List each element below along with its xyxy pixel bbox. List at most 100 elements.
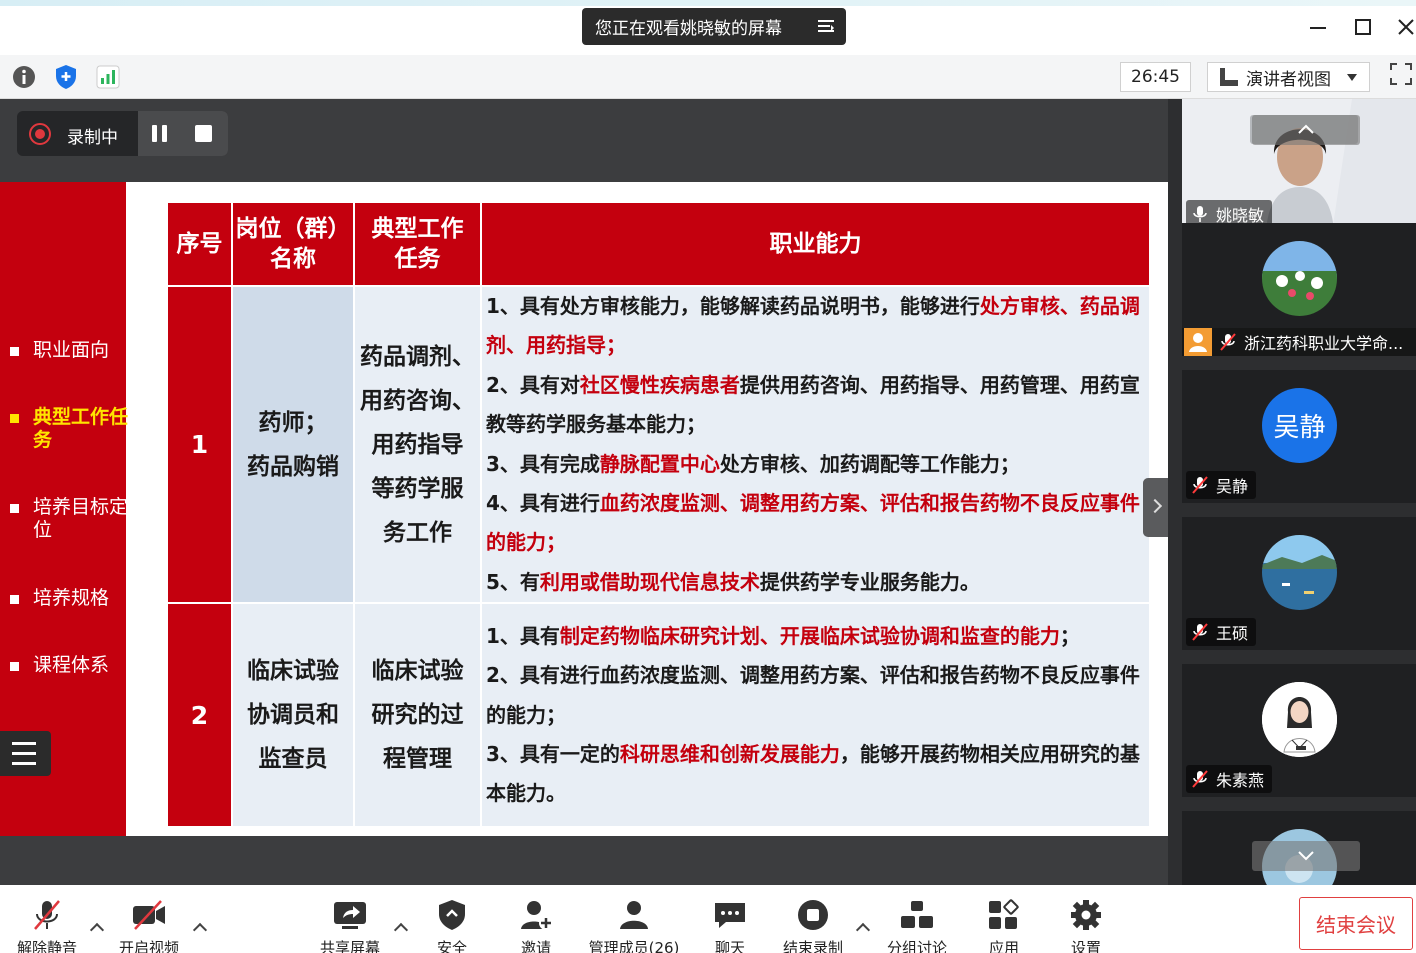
sidebar-item-label: 课程体系 (33, 654, 110, 676)
ability-highlight: 社区慢性疾病患者 (579, 372, 740, 397)
avatar-initials: 吴静 (1262, 388, 1337, 463)
slide-menu-button[interactable] (0, 731, 51, 776)
view-mode-dropdown[interactable]: 演讲者视图 (1207, 62, 1370, 92)
scroll-down-button[interactable] (1252, 841, 1360, 871)
participant-tile[interactable]: 吴静 吴静 (1182, 370, 1416, 503)
row-number: 2 (166, 602, 233, 829)
ability-text: 3、具有完成 (486, 451, 600, 476)
share-screen-label: 共享屏幕 (319, 939, 380, 953)
participant-panel: 姚晓敏 浙江药科职业大学命... 吴静 吴静 王硕 朱素燕 (1168, 99, 1416, 885)
bullet (10, 662, 19, 671)
ability-highlight: 科研思维和创新发展能力 (619, 741, 840, 766)
security-button[interactable]: 安全 (418, 899, 486, 953)
participant-tile[interactable]: 朱素燕 (1182, 664, 1416, 797)
stop-recording-icon (798, 900, 828, 930)
participant-name-tag: 朱素燕 (1186, 765, 1273, 793)
shield-icon[interactable] (52, 63, 80, 91)
task-line: 临床试验 (371, 658, 464, 685)
participant-name: 朱素燕 (1216, 771, 1265, 790)
breakout-button[interactable]: 分组讨论 (878, 899, 956, 953)
participant-tile[interactable]: 王硕 (1182, 517, 1416, 650)
ability-highlight: 利用或借助现代信息技术 (539, 569, 760, 594)
end-recording-button[interactable]: 结束录制 (774, 899, 852, 953)
manage-members-button[interactable]: 管理成员(26) (584, 899, 684, 953)
header-task: 典型工作任务 (353, 201, 482, 287)
position-line: 协调员和 (247, 702, 339, 729)
ability-text: 2、具有进行血药浓度监测、调整用药方案、评估和报告药物不良反应事件的能力； (486, 663, 1140, 727)
table-row: 1 药师； 药品购销 药品调剂、 用药咨询、 用药指导 等药学服 务工作 1、具有处方审核能力，… (166, 284, 1151, 605)
chevron-up-icon[interactable] (89, 922, 105, 938)
info-icon[interactable] (10, 63, 38, 91)
share-banner[interactable]: 您正在观看姚晓敏的屏幕 (582, 8, 846, 45)
end-meeting-button[interactable]: 结束会议 (1299, 897, 1413, 950)
close-icon[interactable] (1396, 17, 1416, 37)
sidebar-item-career: 职业面向 (10, 339, 126, 362)
gear-icon (1071, 900, 1101, 930)
title-accent-line (0, 0, 1416, 6)
minimize-icon[interactable] (1308, 17, 1328, 37)
participant-tile[interactable] (1182, 811, 1416, 885)
title-bar: 您正在观看姚晓敏的屏幕 (0, 0, 1416, 55)
chevron-up-icon[interactable] (393, 922, 409, 938)
pause-recording-icon[interactable] (152, 125, 168, 142)
task-line: 用药指导 (371, 431, 464, 458)
meeting-timer: 26:45 (1120, 62, 1191, 92)
start-video-label: 开启视频 (118, 939, 179, 953)
sidebar-item-label: 培养规格 (33, 587, 110, 609)
shield-icon (439, 900, 465, 930)
participant-name: 浙江药科职业大学命... (1244, 334, 1404, 353)
menu-icon[interactable] (818, 18, 834, 34)
meeting-info-bar: 26:45 演讲者视图 (0, 55, 1416, 99)
position-line: 临床试验 (247, 658, 339, 685)
ability-text: 2、具有对 (486, 372, 580, 397)
mic-muted-icon (1192, 623, 1208, 641)
participant-name-tag: 吴静 (1186, 471, 1257, 499)
participant-name: 吴静 (1216, 477, 1249, 496)
participant-name-tag: 王硕 (1186, 618, 1257, 646)
ability-text: 1、具有处方审核能力，能够解读药品说明书，能够进行 (486, 294, 980, 318)
header-ability: 职业能力 (480, 201, 1151, 287)
members-icon (620, 901, 648, 929)
shared-screen: 录制中 职业面向 典型工作任务 培养目标定位 培养规格 课程体系 序号 岗位（群… (0, 99, 1168, 885)
apps-button[interactable]: 应用 (970, 899, 1038, 953)
scroll-up-button[interactable] (1252, 115, 1360, 145)
job-ability-table: 序号 岗位（群）名称 典型工作任务 职业能力 1 药师； 药品购销 药品调剂、 用药咨询… (166, 201, 1151, 829)
start-video-button[interactable]: 开启视频 (112, 899, 186, 953)
invite-button[interactable]: 邀请 (502, 899, 570, 953)
stop-recording-icon[interactable] (195, 125, 212, 142)
security-label: 安全 (436, 939, 467, 953)
ability-item: 4、具有进行血药浓度监测、调整用药方案、评估和报告药物不良反应事件的能力； (486, 484, 1145, 563)
ability-item: 2、具有对社区慢性疾病患者提供用药咨询、用药指导、用药管理、用药宣教等药学服务基… (486, 366, 1145, 445)
mic-muted-icon (1192, 476, 1208, 494)
participant-tile[interactable]: 浙江药科职业大学命... (1182, 223, 1416, 356)
sidebar-item-specifications: 培养规格 (10, 587, 126, 610)
position-line: 监查员 (258, 746, 328, 773)
ability-cell: 1、具有处方审核能力，能够解读药品说明书，能够进行处方审核、药品调剂、用药指导；… (480, 284, 1151, 605)
add-user-icon (521, 901, 553, 930)
chat-button[interactable]: 聊天 (696, 899, 764, 953)
settings-button[interactable]: 设置 (1052, 899, 1120, 953)
collapse-panel-button[interactable] (1143, 478, 1168, 537)
sidebar-item-objectives: 培养目标定位 (10, 496, 128, 542)
share-screen-button[interactable]: 共享屏幕 (314, 899, 386, 953)
signal-icon[interactable] (94, 63, 122, 91)
bullet (10, 347, 19, 356)
meeting-control-bar: 解除静音 开启视频 共享屏幕 安全 邀请 管理成员(26) 聊天 结束录制 分组… (0, 885, 1416, 953)
task-cell: 临床试验 研究的过 程管理 (353, 602, 482, 829)
unmute-button[interactable]: 解除静音 (10, 899, 84, 953)
fullscreen-icon[interactable] (1389, 62, 1413, 86)
chat-icon (715, 903, 745, 928)
invite-label: 邀请 (520, 939, 551, 953)
ability-text: 3、具有一定的 (486, 741, 620, 766)
video-off-icon (133, 900, 165, 930)
ability-text: 处方审核、加药调配等工作能力； (719, 451, 1020, 476)
sidebar-item-typical-tasks: 典型工作任务 (10, 406, 128, 452)
task-line: 用药咨询、 (360, 387, 475, 414)
maximize-icon[interactable] (1353, 17, 1373, 37)
header-position: 岗位（群）名称 (231, 201, 355, 287)
chevron-up-icon[interactable] (855, 922, 871, 938)
ability-text: 4、具有进行 (486, 491, 600, 516)
breakout-label: 分组讨论 (886, 939, 947, 953)
sidebar-item-curriculum: 课程体系 (10, 654, 126, 677)
chevron-up-icon[interactable] (192, 922, 208, 938)
